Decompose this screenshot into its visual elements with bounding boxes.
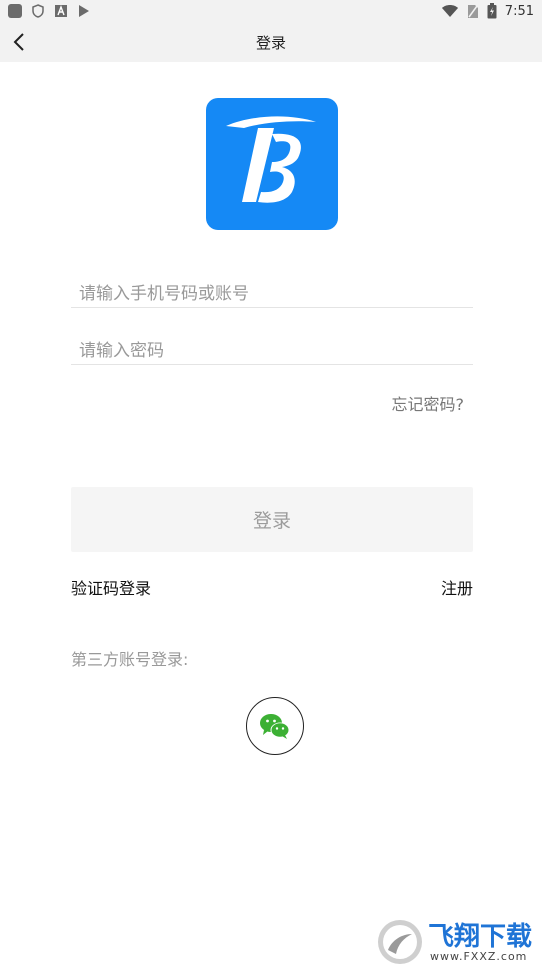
battery-icon <box>487 3 497 19</box>
watermark: 飞翔下载 www.FXXZ.com <box>376 914 542 971</box>
page-title: 登录 <box>255 34 286 52</box>
status-bar: 7:51 <box>0 0 542 24</box>
wifi-icon <box>441 5 458 17</box>
sim-icon <box>467 4 478 18</box>
forgot-password-link[interactable]: 忘记密码? <box>392 391 465 415</box>
wechat-login-button[interactable] <box>246 697 304 755</box>
phone-account-input[interactable] <box>71 280 473 308</box>
status-time: 7:51 <box>504 3 534 19</box>
watermark-text: 飞翔下载 <box>428 922 533 952</box>
register-link[interactable]: 注册 <box>441 575 473 599</box>
play-store-icon <box>79 5 89 17</box>
a-icon <box>55 5 67 17</box>
wechat-icon <box>260 714 290 739</box>
status-left-icons <box>8 4 90 18</box>
third-party-login-label: 第三方账号登录: <box>71 650 189 669</box>
login-button[interactable]: 登录 <box>71 487 473 552</box>
status-right-icons: 7:51 <box>441 3 534 19</box>
shield-icon <box>32 4 44 18</box>
password-input[interactable] <box>71 337 473 365</box>
watermark-url: www.FXXZ.com <box>430 950 528 963</box>
app-logo <box>206 98 338 230</box>
sms-login-link[interactable]: 验证码登录 <box>71 575 151 599</box>
app-square-icon <box>8 4 22 18</box>
nav-bar: 登录 <box>0 24 542 62</box>
b-logo-icon <box>226 116 316 203</box>
watermark-logo-icon <box>378 920 422 964</box>
